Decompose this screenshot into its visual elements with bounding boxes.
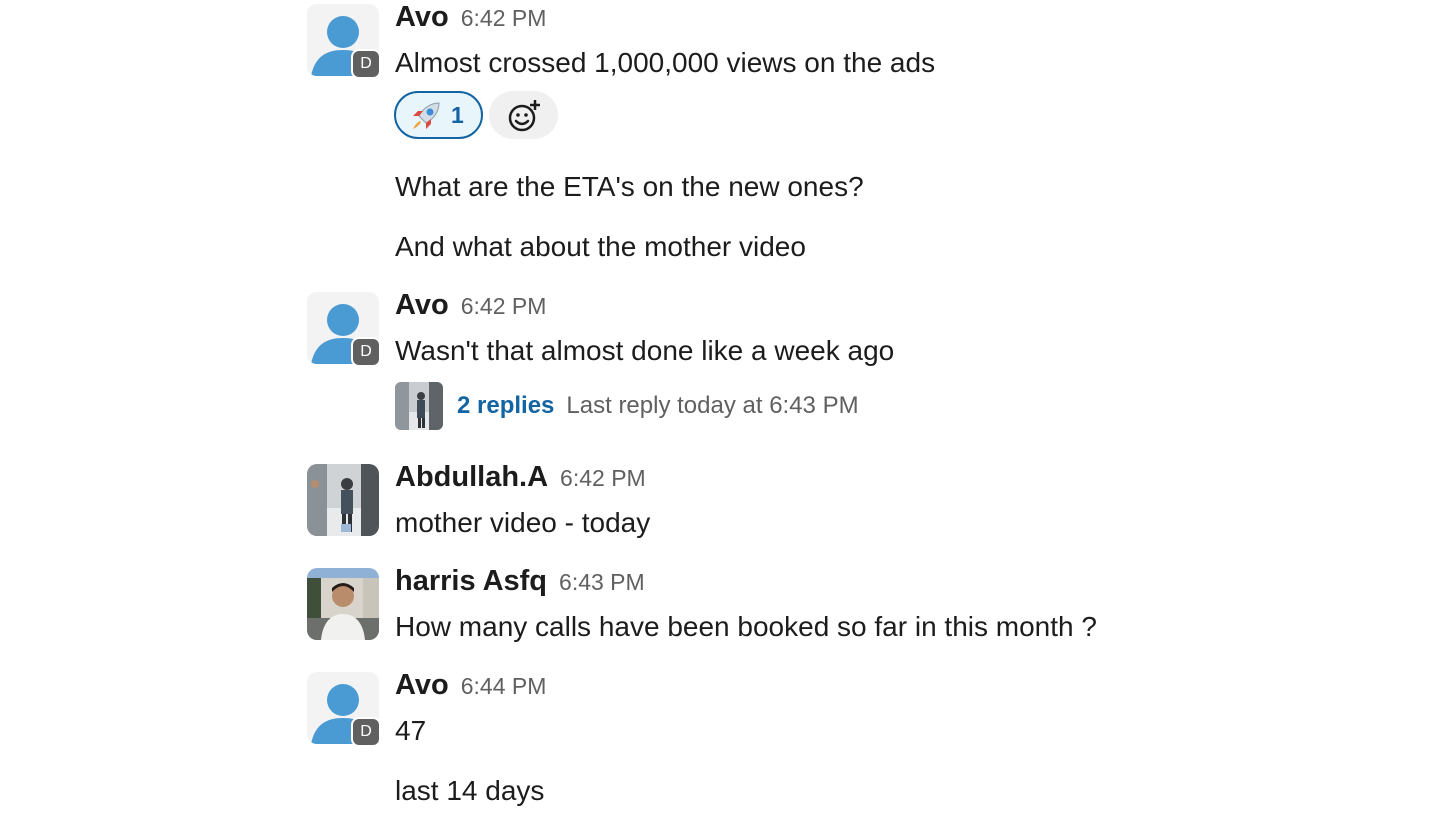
message-text: 47 xyxy=(395,715,427,746)
photo-avatar xyxy=(395,382,443,430)
thread-replies[interactable]: 2 replies Last reply today at 6:43 PM xyxy=(457,392,859,420)
add-reaction-button[interactable] xyxy=(489,91,558,139)
timestamp[interactable]: 6:42 PM xyxy=(461,293,547,319)
timestamp[interactable]: 6:42 PM xyxy=(560,465,646,491)
message-header: Abdullah.A 6:42 PM xyxy=(395,461,646,494)
photo-avatar xyxy=(307,464,379,536)
message-avo-3: D Avo 6:44 PM 47 last 14 days xyxy=(307,669,1307,812)
message-avo-2: D Avo 6:42 PM Wasn't that almost done lik… xyxy=(307,289,1307,432)
message-text: Wasn't that almost done like a week ago xyxy=(395,335,895,366)
message-avo-1: D Avo 6:42 PM Almost crossed 1,000,000 vi… xyxy=(307,1,1307,269)
avatar[interactable] xyxy=(307,464,379,536)
rocket-emoji xyxy=(413,102,440,129)
avatar[interactable] xyxy=(307,568,379,640)
message-text: mother video - today xyxy=(395,507,651,538)
sender-name[interactable]: Avo xyxy=(395,289,449,321)
message-text: Almost crossed 1,000,000 views on the ad… xyxy=(395,47,936,78)
message-harris: harris Asfq 6:43 PM How many calls have b… xyxy=(307,565,1307,648)
message-text: What are the ETA's on the new ones? xyxy=(395,171,864,202)
message-text: last 14 days xyxy=(395,775,545,806)
sender-name[interactable]: Abdullah.A xyxy=(395,461,548,493)
thread-participant-avatar xyxy=(395,382,443,430)
message-abdullah: Abdullah.A 6:42 PM mother video - today xyxy=(307,461,1307,544)
reaction-rocket[interactable]: 1 xyxy=(394,91,483,139)
user-badge: D xyxy=(351,337,381,367)
message-header: Avo 6:44 PM xyxy=(395,669,546,702)
message-text: And what about the mother video xyxy=(395,231,806,262)
timestamp[interactable]: 6:44 PM xyxy=(461,673,547,699)
message-header: harris Asfq 6:43 PM xyxy=(395,565,645,598)
photo-avatar xyxy=(307,568,379,640)
user-badge: D xyxy=(351,49,381,79)
sender-name[interactable]: Avo xyxy=(395,669,449,701)
timestamp[interactable]: 6:43 PM xyxy=(559,569,645,595)
reaction-count: 1 xyxy=(451,102,464,128)
replies-link[interactable]: 2 replies xyxy=(457,392,554,419)
timestamp[interactable]: 6:42 PM xyxy=(461,5,547,31)
sender-name[interactable]: Avo xyxy=(395,1,449,33)
add-emoji-icon xyxy=(508,100,540,132)
message-text: How many calls have been booked so far i… xyxy=(395,611,1097,642)
user-badge: D xyxy=(351,717,381,747)
message-header: Avo 6:42 PM xyxy=(395,1,546,34)
last-reply-text: Last reply today at 6:43 PM xyxy=(566,392,859,419)
sender-name[interactable]: harris Asfq xyxy=(395,565,547,597)
message-header: Avo 6:42 PM xyxy=(395,289,546,322)
